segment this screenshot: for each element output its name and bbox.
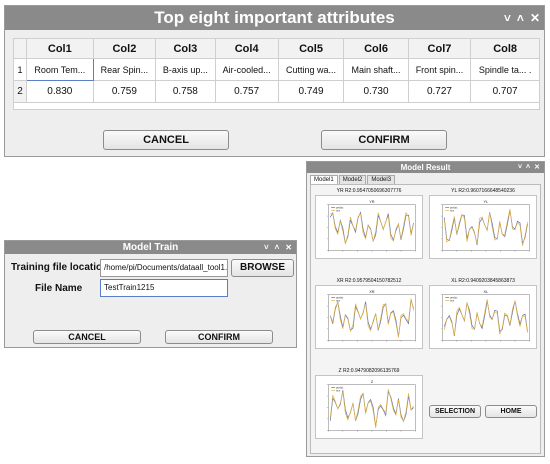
table-cell[interactable]: 0.759 (92, 80, 157, 103)
table-cell[interactable]: Front spin... (407, 58, 472, 81)
plot-yr: YR R2:0.9547050696307776 YR predict true (315, 187, 423, 259)
plot-chart: YRpredicttrue (315, 195, 423, 259)
model-train-title: Model Train (122, 242, 179, 253)
maximize-icon[interactable]: ˄ (275, 241, 280, 254)
confirm-button[interactable]: CONFIRM (165, 330, 273, 344)
attributes-table: Col1 Col2 Col3 Col4 Col5 Col6 Col7 Col8 … (13, 38, 540, 103)
cancel-button[interactable]: CANCEL (103, 130, 229, 150)
home-button[interactable]: HOME (485, 405, 537, 418)
model-result-titlebar: Model Result ˅ ˄ ✕ (307, 162, 544, 173)
plot-caption: YR R2:0.9547050696307776 (336, 188, 402, 194)
column-header[interactable]: Col6 (343, 38, 409, 59)
plot-axes (442, 294, 530, 341)
corner-header (13, 38, 27, 59)
row-index[interactable]: 2 (13, 80, 27, 103)
plot-title: YR (369, 199, 375, 204)
plot-z: Z R2:0.9479082096135769 Zpredict true (315, 367, 423, 439)
plot-axes (328, 204, 416, 251)
table-cell[interactable]: 0.749 (277, 80, 345, 103)
legend-label: true (336, 300, 341, 303)
minimize-icon[interactable]: ˅ (518, 162, 522, 173)
column-header[interactable]: Col8 (470, 38, 540, 59)
plot-caption: Z R2:0.9479082096135769 (338, 368, 400, 374)
table-cell[interactable]: Spindle ta... . (470, 58, 540, 81)
table-cell[interactable]: 0.757 (214, 80, 279, 103)
minimize-icon[interactable]: ˅ (264, 241, 269, 254)
plot-xl: XL R2:0.9409203845863873 XL predict true (429, 277, 537, 349)
plot-caption: YL R2:0.9607166648540236 (451, 188, 515, 194)
plot-caption: XR R2:0.9579504150782512 (336, 278, 402, 284)
plot-title: YL (484, 199, 490, 204)
model-train-titlebar: Model Train ˅ ˄ ✕ (5, 241, 296, 254)
plot-chart: Zpredicttrue (315, 375, 423, 439)
model-result-title: Model Result (400, 163, 451, 172)
table-cell[interactable]: 0.727 (407, 80, 472, 103)
plot-axes (328, 294, 416, 341)
attributes-titlebar: Top eight important attributes ˅ ˄ ✕ (5, 6, 544, 30)
table-cell[interactable]: Room Tem... (26, 58, 94, 81)
browse-button[interactable]: BROWSE (231, 259, 294, 277)
table-cell[interactable]: Cutting wa... (277, 58, 345, 81)
table-cell[interactable]: 0.730 (343, 80, 409, 103)
table-empty-area (13, 102, 540, 110)
table-cell[interactable]: Air-cooled... (214, 58, 279, 81)
maximize-icon[interactable]: ˄ (526, 162, 530, 173)
training-file-label: Training file location (11, 262, 109, 273)
close-icon[interactable]: ✕ (530, 6, 540, 30)
row-index[interactable]: 1 (13, 58, 27, 81)
table-row[interactable]: 1 Room Tem... Rear Spin... B-axis up... … (13, 58, 540, 81)
table-cell[interactable]: Main shaft... (343, 58, 409, 81)
table-cell[interactable]: 0.707 (470, 80, 540, 103)
column-header[interactable]: Col7 (407, 38, 472, 59)
plot-chart: XLpredicttrue (429, 285, 537, 349)
plot-chart: XRpredicttrue (315, 285, 423, 349)
attributes-window: Top eight important attributes ˅ ˄ ✕ Col… (4, 5, 545, 157)
training-file-input[interactable]: /home/pi/Documents/dataall_tool1.csv (100, 259, 228, 277)
plot-chart: YLpredicttrue (429, 195, 537, 259)
maximize-icon[interactable]: ˄ (517, 6, 524, 30)
column-header[interactable]: Col5 (277, 38, 345, 59)
table-cell[interactable]: 0.758 (155, 80, 216, 103)
cancel-button[interactable]: CANCEL (33, 330, 141, 344)
column-header[interactable]: Col2 (92, 38, 157, 59)
close-icon[interactable]: ✕ (534, 162, 540, 173)
selection-button[interactable]: SELECTION (429, 405, 481, 418)
attributes-title: Top eight important attributes (154, 8, 395, 27)
plot-title: XL (484, 289, 490, 294)
plot-title: Z (371, 379, 374, 384)
plot-xr: XR R2:0.9579504150782512 XR predict true (315, 277, 423, 349)
model-train-window: Model Train ˅ ˄ ✕ Training file location… (4, 240, 297, 348)
model-result-window: Model Result ˅ ˄ ✕ Model1 Model2 Model3 … (306, 161, 545, 457)
plot-yl: YL R2:0.9607166648540236 YL predict true (429, 187, 537, 259)
plot-title: XR (369, 289, 375, 294)
confirm-button[interactable]: CONFIRM (321, 130, 447, 150)
plot-axes (328, 384, 416, 431)
table-row[interactable]: 2 0.830 0.759 0.758 0.757 0.749 0.730 0.… (13, 80, 540, 103)
column-header[interactable]: Col1 (26, 38, 94, 59)
legend-label: true (336, 390, 341, 393)
legend-label: true (450, 210, 455, 213)
plot-caption: XL R2:0.9409203845863873 (451, 278, 515, 284)
column-header[interactable]: Col4 (214, 38, 279, 59)
column-header[interactable]: Col3 (155, 38, 216, 59)
legend-label: true (450, 300, 455, 303)
file-name-label: File Name (35, 283, 83, 294)
minimize-icon[interactable]: ˅ (504, 6, 511, 30)
file-name-input[interactable]: TestTrain1215 (100, 279, 228, 297)
legend-label: true (336, 210, 341, 213)
close-icon[interactable]: ✕ (285, 241, 292, 254)
table-cell[interactable]: Rear Spin... (92, 58, 157, 81)
table-cell[interactable]: 0.830 (26, 80, 94, 103)
table-cell[interactable]: B-axis up... (155, 58, 216, 81)
